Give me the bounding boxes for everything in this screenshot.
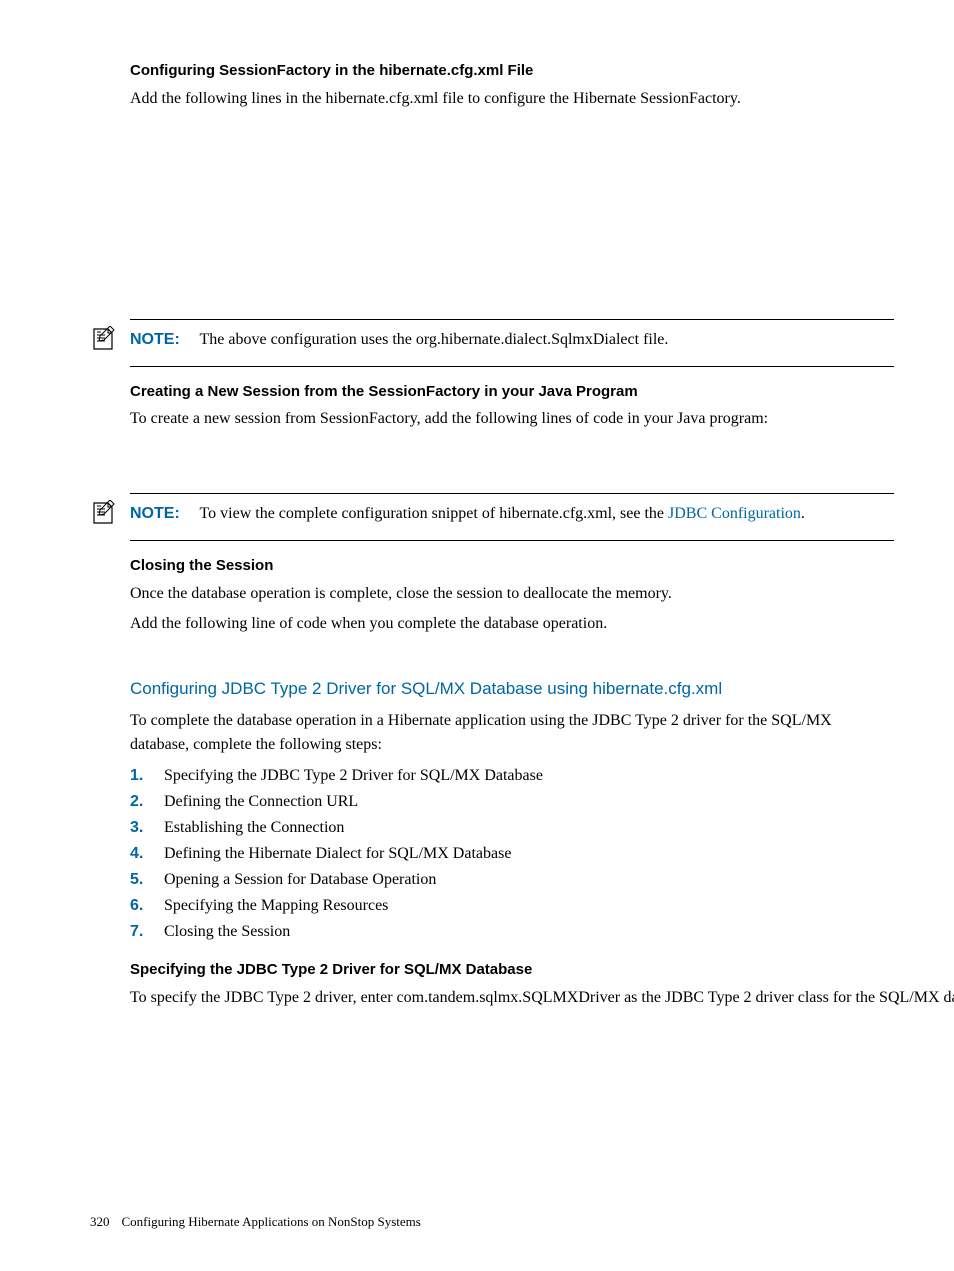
heading-new-session: Creating a New Session from the SessionF…: [130, 381, 894, 404]
heading-closing-session: Closing the Session: [130, 555, 894, 578]
heading-config-sessionfactory: Configuring SessionFactory in the hibern…: [130, 60, 894, 83]
section-heading-jdbc-t2: Configuring JDBC Type 2 Driver for SQL/M…: [130, 676, 894, 702]
page-number: 320: [90, 1214, 110, 1229]
note-label: NOTE:: [130, 331, 180, 348]
para-create-session: To create a new session from SessionFact…: [130, 407, 894, 431]
list-item: Specifying the JDBC Type 2 Driver for SQ…: [164, 763, 894, 789]
list-item: Opening a Session for Database Operation: [164, 867, 894, 893]
list-item: Defining the Hibernate Dialect for SQL/M…: [164, 841, 894, 867]
steps-list: Specifying the JDBC Type 2 Driver for SQ…: [164, 763, 894, 945]
note-label: NOTE:: [130, 505, 180, 522]
code-block-sessionfactory: [130, 121, 894, 301]
note-dialect-file: NOTE: The above configuration uses the o…: [130, 319, 894, 367]
list-item: Closing the Session: [164, 919, 894, 945]
heading-spec-jdbc-t2: Specifying the JDBC Type 2 Driver for SQ…: [130, 959, 894, 982]
list-item: Specifying the Mapping Resources: [164, 893, 894, 919]
list-item: Establishing the Connection: [164, 815, 894, 841]
note-icon: [90, 500, 116, 526]
link-jdbc-config[interactable]: JDBC Configuration: [668, 505, 801, 522]
note-icon: [90, 326, 116, 352]
para-add-close-line: Add the following line of code when you …: [130, 612, 894, 636]
list-item: Defining the Connection URL: [164, 789, 894, 815]
para-close-dealloc: Once the database operation is complete,…: [130, 582, 894, 606]
page-footer: 320 Configuring Hibernate Applications on…: [90, 1212, 421, 1232]
para-specify-driver: To specify the JDBC Type 2 driver, enter…: [130, 986, 894, 1010]
para-complete-steps: To complete the database operation in a …: [130, 709, 894, 757]
footer-title: Configuring Hibernate Applications on No…: [122, 1214, 421, 1229]
code-block-session: [130, 439, 894, 479]
note-jdbc-config: NOTE: To view the complete configuration…: [130, 493, 894, 541]
para-add-lines: Add the following lines in the hibernate…: [130, 87, 894, 111]
